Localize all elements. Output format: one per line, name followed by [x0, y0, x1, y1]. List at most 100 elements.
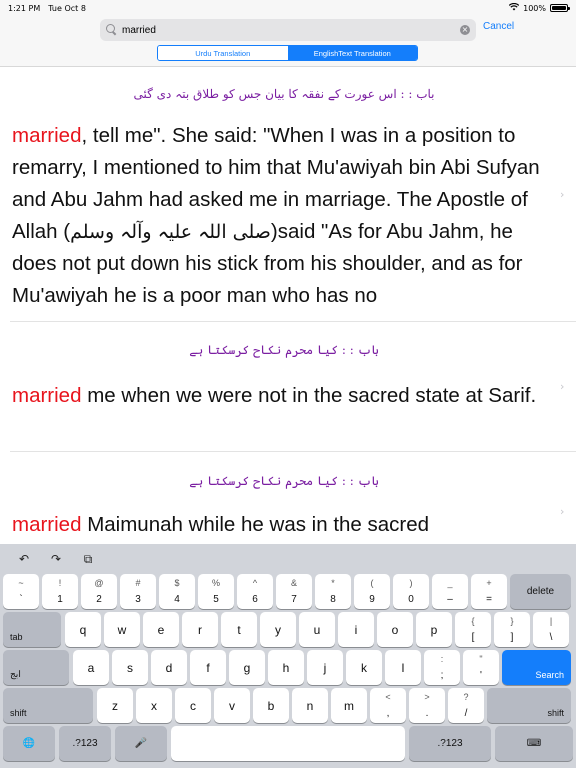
key-label: # — [135, 578, 141, 588]
key-9[interactable]: (9 — [354, 574, 390, 609]
key-s[interactable]: s — [112, 650, 148, 685]
status-date: Tue Oct 8 — [48, 3, 86, 13]
globe-key[interactable]: 🌐 — [3, 726, 55, 761]
space-key[interactable] — [171, 726, 405, 761]
key-–[interactable]: _ – — [432, 574, 468, 609]
key-i[interactable]: i — [338, 612, 374, 647]
paste-icon[interactable]: ⧉ — [80, 552, 96, 567]
clear-icon[interactable]: × — [460, 25, 470, 35]
cancel-button[interactable]: Cancel — [483, 21, 514, 32]
urdu-translation-tab[interactable]: Urdu Translation — [158, 46, 288, 60]
chapter-title: باب : : کیا محرم نکاح کرسکتا ہے — [189, 474, 379, 488]
result-cell[interactable]: باب : : کیا محرم نکاح کرسکتا ہے married … — [10, 322, 576, 452]
key-x[interactable]: x — [136, 688, 172, 723]
key-6[interactable]: ^ 6 — [237, 574, 273, 609]
key-7[interactable]: & 7 — [276, 574, 312, 609]
result-cell[interactable]: باب : : اس عورت کے نفقہ کا بیان جس کو طل… — [10, 68, 576, 322]
keyboard: ↶ ↷ ⧉ ~ `! 1 @2 #3 $4% 5 ^ 6 & 7 * 8(9) 0 _ – + = delete ta… — [0, 544, 576, 768]
key-h[interactable]: h — [268, 650, 304, 685]
search-header: × Cancel Urdu Translation EnglishText Tr… — [0, 16, 576, 67]
key-2[interactable]: @2 — [81, 574, 117, 609]
key-z[interactable]: z — [97, 688, 133, 723]
key-r[interactable]: r — [182, 612, 218, 647]
key-3[interactable]: #3 — [120, 574, 156, 609]
key-label: .?123 — [437, 737, 463, 749]
key-][interactable]: }] — [494, 612, 530, 647]
key-label: 5 — [213, 594, 219, 605]
key-label: a — [87, 660, 95, 675]
undo-icon[interactable]: ↶ — [16, 552, 32, 566]
key-u[interactable]: u — [299, 612, 335, 647]
key-label: } — [510, 616, 514, 626]
key-q[interactable]: q — [65, 612, 101, 647]
key-b[interactable]: b — [253, 688, 289, 723]
key-label: n — [306, 698, 314, 713]
key-`[interactable]: ~ ` — [3, 574, 39, 609]
key-t[interactable]: t — [221, 612, 257, 647]
key-d[interactable]: d — [151, 650, 187, 685]
key-label: p — [430, 622, 438, 637]
key-label: & — [290, 578, 297, 588]
key-label: 8 — [330, 594, 336, 605]
key-g[interactable]: g — [229, 650, 265, 685]
key-8[interactable]: * 8 — [315, 574, 351, 609]
key-[[interactable]: {[ — [455, 612, 491, 647]
key-label: \ — [549, 632, 553, 643]
search-bar[interactable]: × — [100, 19, 476, 41]
key-label: v — [229, 698, 235, 713]
key-c[interactable]: c — [175, 688, 211, 723]
battery-icon — [550, 4, 570, 12]
key-5[interactable]: % 5 — [198, 574, 234, 609]
key-label: x — [151, 698, 157, 713]
key-label: 7 — [291, 594, 297, 605]
key-punct[interactable]: >. — [409, 688, 445, 723]
key-1[interactable]: ! 1 — [42, 574, 78, 609]
key-j[interactable]: j — [307, 650, 343, 685]
key-label: l — [401, 660, 405, 675]
redo-icon[interactable]: ↷ — [48, 552, 64, 566]
key-v[interactable]: v — [214, 688, 250, 723]
key-label: ? — [463, 692, 469, 702]
key-=[interactable]: + = — [471, 574, 507, 609]
key-\[interactable]: | \ — [533, 612, 569, 647]
key-label: delete — [526, 585, 555, 597]
key-label: _ — [447, 578, 453, 588]
search-key[interactable]: Search — [502, 650, 571, 685]
hide-keyboard-key[interactable]: ⌨ — [495, 726, 573, 761]
chevron-right-icon: › — [560, 187, 565, 201]
key-punct[interactable]: <, — [370, 688, 406, 723]
delete-key[interactable]: delete — [510, 574, 571, 609]
key-o[interactable]: o — [377, 612, 413, 647]
key-label: * — [331, 578, 335, 588]
result-text: married Maimunah while he was in the sac… — [12, 509, 556, 541]
language-key[interactable]: ابج — [3, 650, 69, 685]
key-l[interactable]: l — [385, 650, 421, 685]
search-input[interactable] — [118, 24, 460, 36]
shift-left-key[interactable]: shift — [3, 688, 93, 723]
key-a[interactable]: a — [73, 650, 109, 685]
tab-key[interactable]: tab — [3, 612, 61, 647]
key-punct[interactable]: " ' — [463, 650, 499, 685]
key-label: ~ — [18, 578, 24, 588]
key-k[interactable]: k — [346, 650, 382, 685]
english-translation-tab[interactable]: EnglishText Translation — [287, 46, 417, 60]
key-label: : — [440, 654, 444, 664]
dictation-key[interactable]: 🎤 — [115, 726, 167, 761]
key-0[interactable]: ) 0 — [393, 574, 429, 609]
key-n[interactable]: n — [292, 688, 328, 723]
numbers-key-right[interactable]: .?123 — [409, 726, 491, 761]
key-p[interactable]: p — [416, 612, 452, 647]
key-punct[interactable]: ? / — [448, 688, 484, 723]
result-cell[interactable]: باب : : کیا محرم نکاح کرسکتا ہے married … — [10, 452, 576, 544]
key-y[interactable]: y — [260, 612, 296, 647]
key-4[interactable]: $4 — [159, 574, 195, 609]
key-e[interactable]: e — [143, 612, 179, 647]
key-m[interactable]: m — [331, 688, 367, 723]
key-w[interactable]: w — [104, 612, 140, 647]
key-f[interactable]: f — [190, 650, 226, 685]
translation-segmented-control: Urdu Translation EnglishText Translation — [157, 45, 418, 61]
shift-right-key[interactable]: shift — [487, 688, 571, 723]
key-punct[interactable]: :; — [424, 650, 460, 685]
chevron-right-icon: › — [560, 504, 565, 518]
numbers-key-left[interactable]: .?123 — [59, 726, 111, 761]
